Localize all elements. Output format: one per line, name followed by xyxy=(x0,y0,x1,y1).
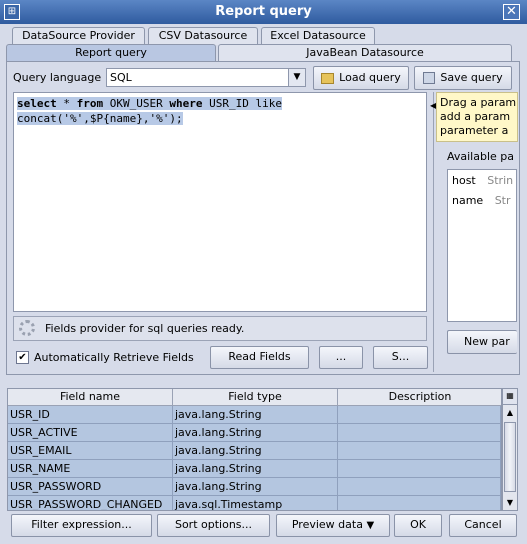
scroll-down-icon[interactable]: ▼ xyxy=(503,496,517,510)
cell-description[interactable] xyxy=(338,496,501,510)
ellipsis-button[interactable]: ... xyxy=(319,346,363,369)
cell-field-type[interactable]: java.lang.String xyxy=(173,424,338,442)
param-item-host[interactable]: host Strin xyxy=(452,174,513,187)
query-concat: concat('%',$P{name},'%'); xyxy=(17,112,183,125)
cell-field-name[interactable]: USR_NAME xyxy=(8,460,173,478)
folder-icon xyxy=(321,72,335,84)
tab-excel-datasource[interactable]: Excel Datasource xyxy=(261,27,375,45)
hint-line: Drag a param xyxy=(440,96,517,109)
column-control-icon[interactable]: ▦ xyxy=(503,389,517,405)
query-language-select[interactable]: SQL ▼ xyxy=(106,68,306,87)
save-icon xyxy=(423,72,436,84)
col-header-field-name[interactable]: Field name xyxy=(8,389,173,406)
ok-button[interactable]: OK xyxy=(394,514,442,537)
param-item-name[interactable]: name Str xyxy=(452,194,511,207)
tab-datasource-provider[interactable]: DataSource Provider xyxy=(12,27,145,45)
filter-expression-button[interactable]: Filter expression... xyxy=(11,514,152,537)
window-title: Report query xyxy=(215,4,312,19)
hint-line: add a param xyxy=(440,110,511,123)
cell-field-name[interactable]: USR_PASSWORD_CHANGED xyxy=(8,496,173,510)
keyword-select: select xyxy=(17,97,57,110)
tab-csv-datasource[interactable]: CSV Datasource xyxy=(148,27,258,45)
cell-description[interactable] xyxy=(338,460,501,478)
auto-retrieve-label: Automatically Retrieve Fields xyxy=(34,351,194,364)
cell-field-type[interactable]: java.lang.String xyxy=(173,460,338,478)
cell-field-type[interactable]: java.lang.String xyxy=(173,478,338,496)
tab-report-query[interactable]: Report query xyxy=(6,44,216,62)
cell-description[interactable] xyxy=(338,442,501,460)
cell-field-type[interactable]: java.lang.String xyxy=(173,442,338,460)
table-row[interactable]: USR_PASSWORD java.lang.String xyxy=(8,478,501,496)
save-query-button[interactable]: Save query xyxy=(414,66,512,90)
params-list[interactable]: host Strin name Str xyxy=(447,169,517,322)
query-line-2: concat('%',$P{name},'%'); xyxy=(17,111,423,126)
auto-retrieve-checkbox[interactable]: ✔ xyxy=(16,351,29,364)
param-type: Str xyxy=(494,194,511,207)
cell-field-name[interactable]: USR_EMAIL xyxy=(8,442,173,460)
new-parameter-button[interactable]: New par xyxy=(447,330,517,354)
query-condition: USR_ID like xyxy=(202,97,282,110)
table-row[interactable]: USR_ID java.lang.String xyxy=(8,406,501,424)
query-table: OKW_USER xyxy=(103,97,170,110)
cell-description[interactable] xyxy=(338,478,501,496)
load-query-button[interactable]: Load query xyxy=(313,66,409,90)
read-fields-button[interactable]: Read Fields xyxy=(210,346,309,369)
table-row[interactable]: USR_ACTIVE java.lang.String xyxy=(8,424,501,442)
cell-field-name[interactable]: USR_PASSWORD xyxy=(8,478,173,496)
keyword-where: where xyxy=(169,97,203,110)
query-line-1: select * from OKW_USER where USR_ID like xyxy=(17,96,423,111)
fields-table[interactable]: Field name Field type Description USR_ID… xyxy=(7,388,502,511)
query-language-label: Query language xyxy=(13,71,102,84)
table-row[interactable]: USR_EMAIL java.lang.String xyxy=(8,442,501,460)
title-bar[interactable]: ⊞ Report query ✕ xyxy=(0,0,527,24)
scrollbar-thumb[interactable] xyxy=(504,422,516,492)
param-type: Strin xyxy=(487,174,514,187)
table-row[interactable]: USR_PASSWORD_CHANGED java.sql.Timestamp xyxy=(8,496,501,510)
param-name: name xyxy=(452,194,484,207)
chevron-down-icon[interactable]: ▼ xyxy=(288,69,305,86)
cell-field-name[interactable]: USR_ID xyxy=(8,406,173,424)
param-name: host xyxy=(452,174,476,187)
scroll-up-icon[interactable]: ▲ xyxy=(503,406,517,420)
params-hint: Drag a param add a param parameter a xyxy=(436,92,518,142)
col-header-field-type[interactable]: Field type xyxy=(173,389,338,406)
load-query-label: Load query xyxy=(339,71,401,84)
hint-line: parameter a xyxy=(440,124,509,137)
save-query-label: Save query xyxy=(440,71,503,84)
caret-down-icon: ▼ xyxy=(366,520,375,531)
table-scrollbar[interactable]: ▦ ▲ ▼ xyxy=(502,388,518,511)
preview-data-button[interactable]: Preview data ▼ xyxy=(276,514,390,537)
close-button[interactable]: ✕ xyxy=(503,4,520,20)
spinner-icon xyxy=(19,320,35,336)
cell-field-type[interactable]: java.lang.String xyxy=(173,406,338,424)
preview-data-label: Preview data xyxy=(291,518,363,531)
keyword-from: from xyxy=(76,97,104,110)
col-header-description[interactable]: Description xyxy=(338,389,501,406)
cell-field-name[interactable]: USR_ACTIVE xyxy=(8,424,173,442)
cell-field-type[interactable]: java.sql.Timestamp xyxy=(173,496,338,510)
query-text: * xyxy=(56,97,77,110)
sort-options-button[interactable]: Sort options... xyxy=(157,514,270,537)
query-editor[interactable]: select * from OKW_USER where USR_ID like… xyxy=(13,92,427,312)
cell-description[interactable] xyxy=(338,424,501,442)
status-text: Fields provider for sql queries ready. xyxy=(45,322,245,335)
cell-description[interactable] xyxy=(338,406,501,424)
table-row[interactable]: USR_NAME java.lang.String xyxy=(8,460,501,478)
tab-javabean-datasource[interactable]: JavaBean Datasource xyxy=(218,44,512,62)
cancel-button[interactable]: Cancel xyxy=(449,514,517,537)
s-button[interactable]: S... xyxy=(373,346,428,369)
query-language-value: SQL xyxy=(110,71,132,84)
available-params-label: Available pa xyxy=(447,150,515,163)
status-bar: Fields provider for sql queries ready. xyxy=(13,316,427,341)
